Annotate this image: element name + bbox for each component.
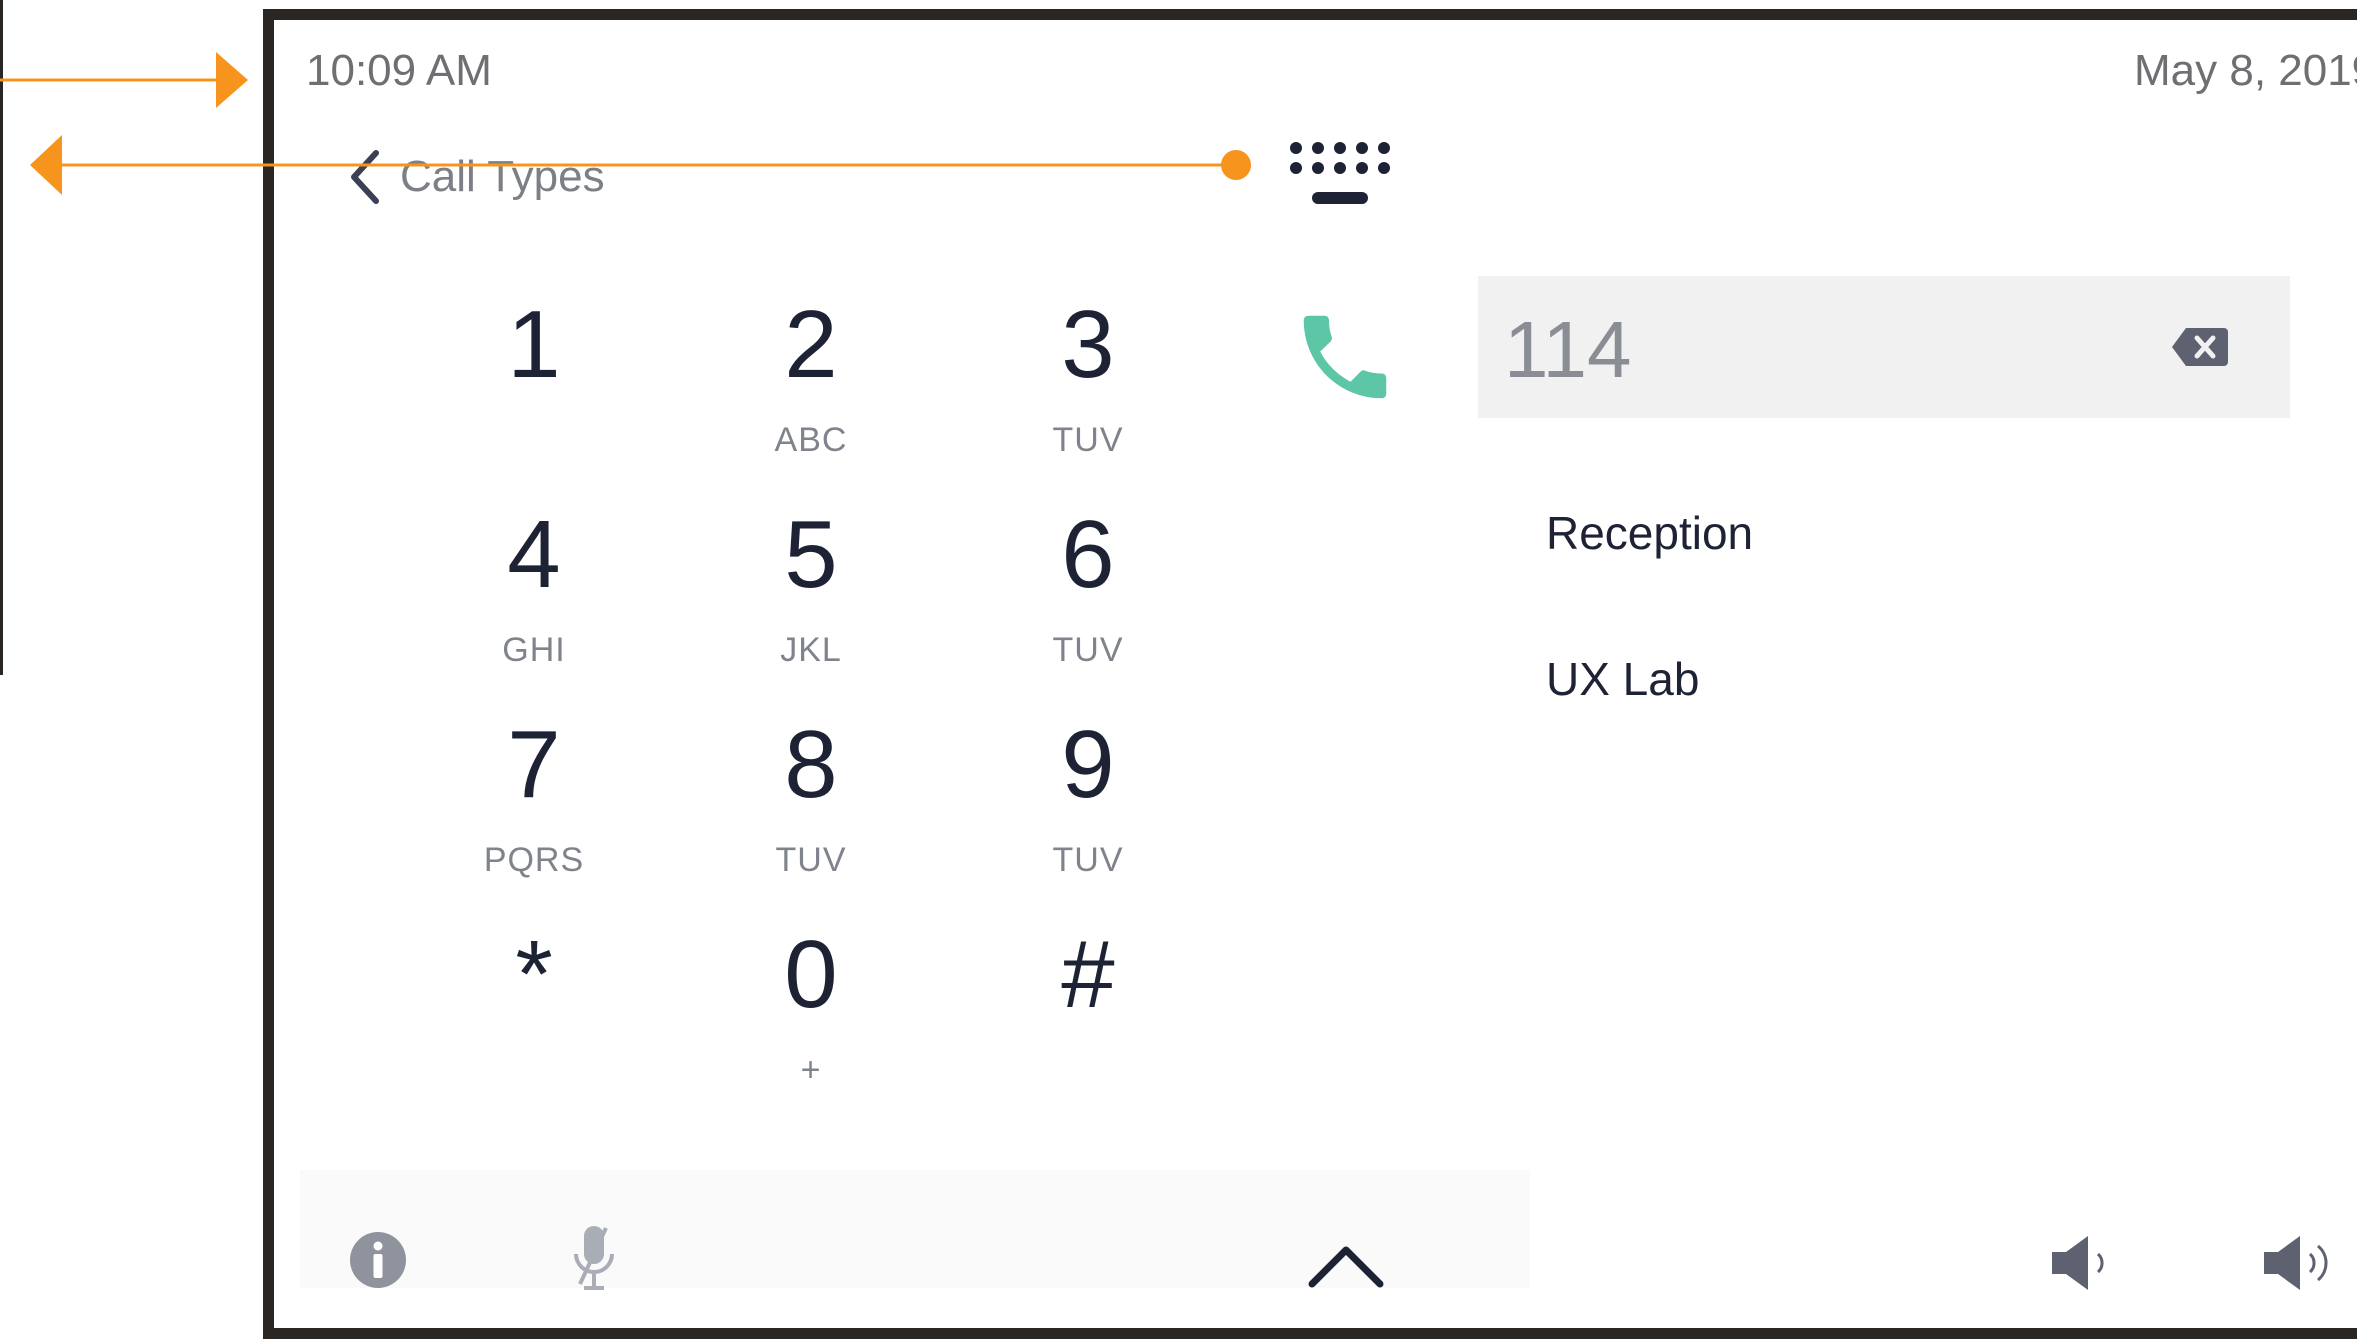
key-2[interactable]: 2 ABC xyxy=(691,295,931,475)
call-button[interactable] xyxy=(1290,302,1400,412)
status-time: 10:09 AM xyxy=(306,46,492,95)
volume-down-icon xyxy=(2052,1236,2104,1290)
suggestion-item[interactable]: Reception xyxy=(1546,506,1753,560)
key-7[interactable]: 7 PQRS xyxy=(414,715,654,895)
volume-up-icon xyxy=(2264,1236,2328,1290)
key-4[interactable]: 4 GHI xyxy=(414,505,654,685)
key-hash[interactable]: # xyxy=(968,925,1208,1105)
phone-icon xyxy=(1303,315,1387,399)
info-button[interactable] xyxy=(348,1230,408,1290)
mic-mute-button[interactable] xyxy=(564,1222,624,1294)
key-8[interactable]: 8 TUV xyxy=(691,715,931,895)
annotation-arrow-left xyxy=(30,135,1251,195)
volume-down-button[interactable] xyxy=(2044,1228,2134,1298)
touch-panel-screen: 10:09 AM May 8, 2019 Call Types 1 2 ABC … xyxy=(263,9,2357,1339)
chevron-up-icon xyxy=(1308,1246,1384,1288)
key-5[interactable]: 5 JKL xyxy=(691,505,931,685)
status-date: May 8, 2019 xyxy=(2134,46,2357,95)
key-0[interactable]: 0 + xyxy=(691,925,931,1105)
key-9[interactable]: 9 TUV xyxy=(968,715,1208,895)
keypad-toggle-button[interactable] xyxy=(1286,136,1406,216)
info-icon xyxy=(350,1232,406,1288)
dialed-number: 114 xyxy=(1504,305,1632,394)
expand-button[interactable] xyxy=(1296,1230,1396,1300)
volume-up-button[interactable] xyxy=(2256,1228,2346,1298)
backspace-button[interactable] xyxy=(2170,324,2230,370)
mic-muted-icon xyxy=(574,1226,614,1290)
key-3[interactable]: 3 TUV xyxy=(968,295,1208,475)
backspace-icon xyxy=(2172,328,2228,366)
dialed-number-field[interactable]: 114 xyxy=(1478,276,2290,418)
key-6[interactable]: 6 TUV xyxy=(968,505,1208,685)
annotation-arrow-right xyxy=(0,52,248,108)
keypad-icon xyxy=(1290,142,1390,204)
key-star[interactable]: * xyxy=(414,925,654,1105)
key-1[interactable]: 1 xyxy=(414,295,654,475)
suggestion-item[interactable]: UX Lab xyxy=(1546,652,1699,706)
